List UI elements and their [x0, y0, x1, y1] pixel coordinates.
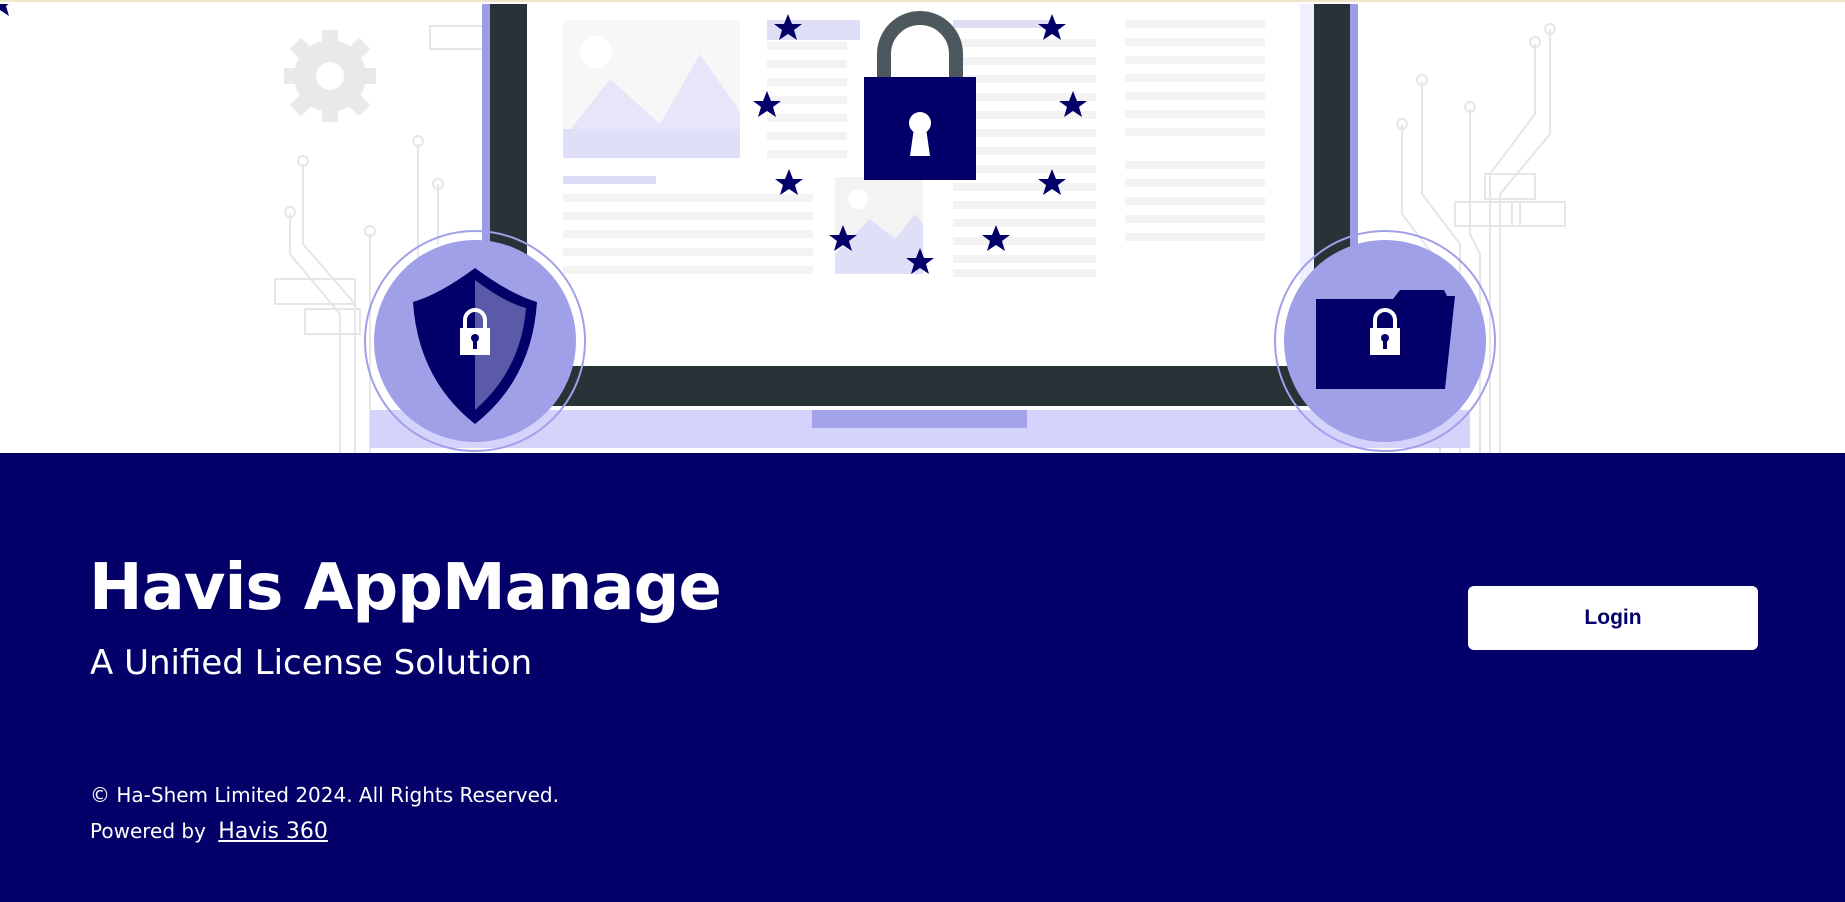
brand-panel: Havis AppManage A Unified License Soluti…: [0, 453, 1845, 902]
havis-360-link[interactable]: Havis 360: [218, 819, 328, 844]
image-placeholder-icon: [563, 20, 740, 158]
gear-icon: [284, 30, 376, 122]
powered-by: Powered by Havis 360: [90, 819, 328, 844]
powered-by-label: Powered by: [90, 819, 206, 843]
security-illustration: [0, 4, 1566, 453]
hero-illustration: [0, 4, 1845, 453]
app-title: Havis AppManage: [89, 551, 722, 625]
copyright-text: © Ha-Shem Limited 2024. All Rights Reser…: [90, 783, 559, 807]
login-button[interactable]: Login: [1468, 586, 1758, 650]
app-subtitle: A Unified License Solution: [90, 643, 533, 683]
page: Havis AppManage A Unified License Soluti…: [0, 0, 1845, 902]
star-icon: [0, 4, 9, 16]
